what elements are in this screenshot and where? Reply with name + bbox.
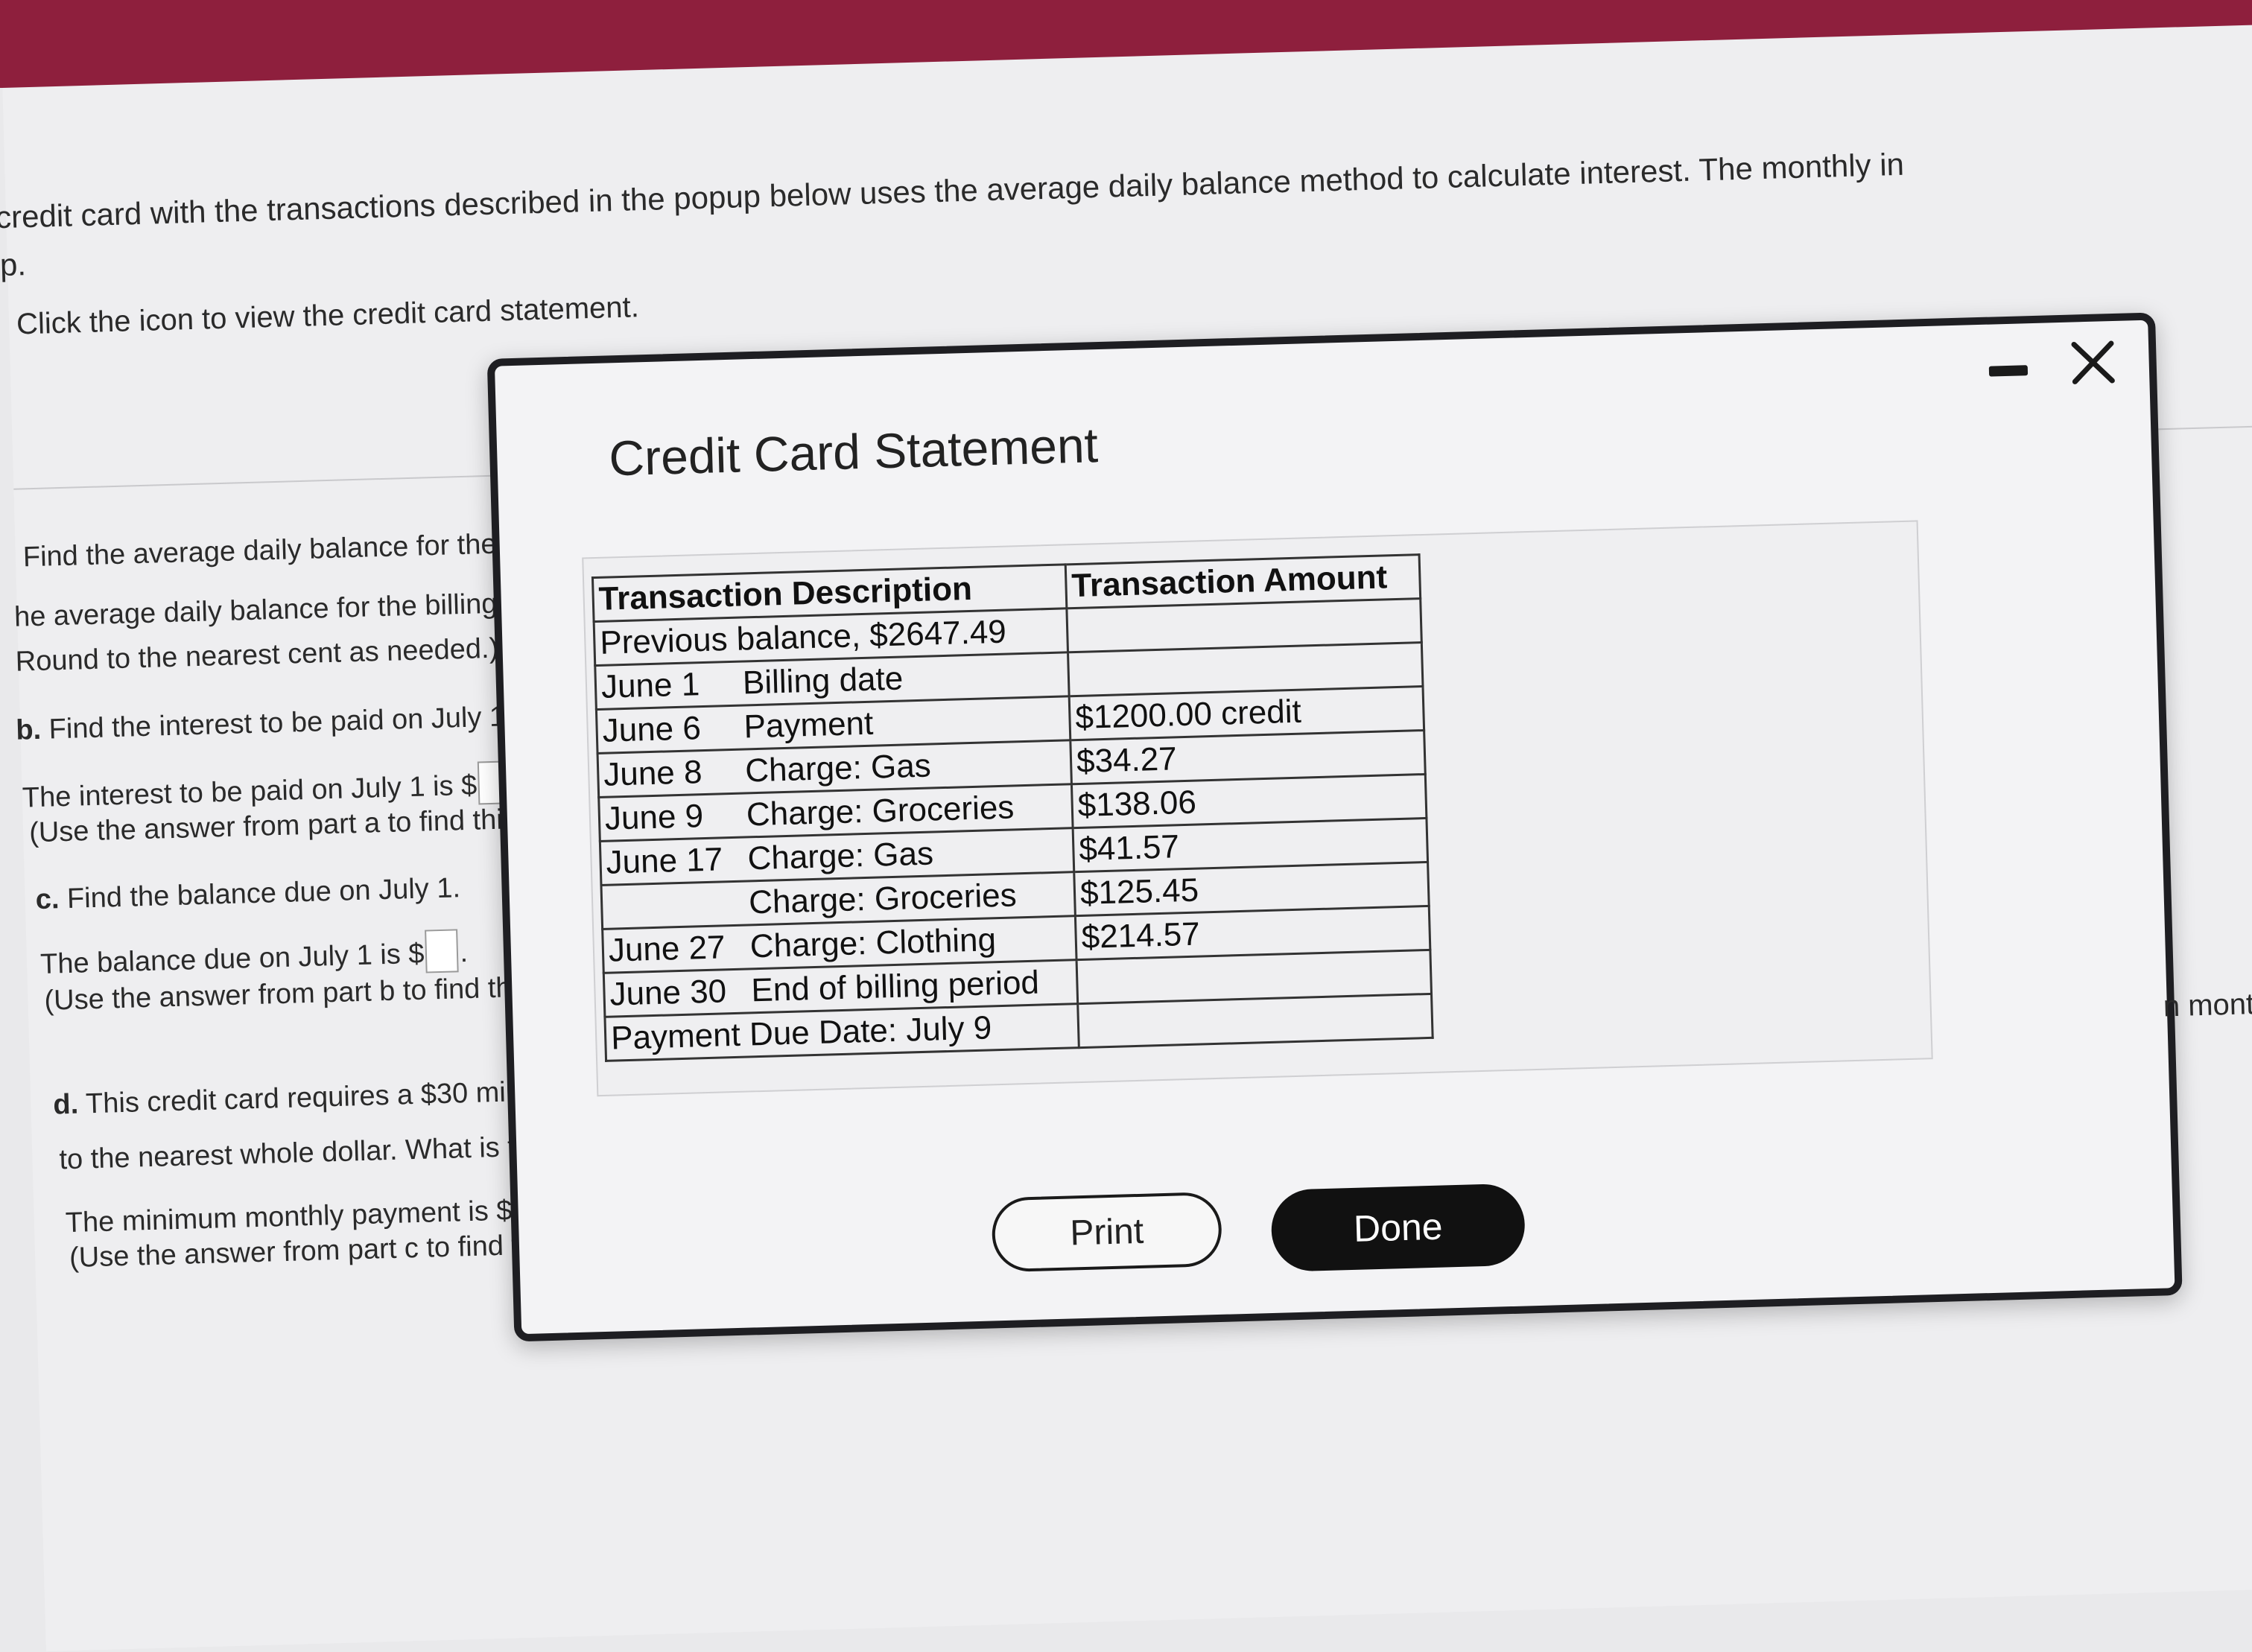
question-c: c. Find the balance due on July 1. [35, 872, 460, 916]
question-b-text: Find the interest to be paid on July 1, [40, 701, 514, 746]
row-date: June 6 [602, 710, 702, 749]
print-button[interactable]: Print [991, 1191, 1223, 1273]
row-date: June 8 [603, 754, 703, 793]
row-desc-text: Charge: Clothing [749, 921, 997, 965]
question-c-answer-prefix: The balance due on July 1 is $ [39, 938, 425, 980]
popup-title: Credit Card Statement [608, 417, 1099, 486]
intro-text: credit card with the transactions descri… [0, 146, 1905, 235]
question-a-line2: he average daily balance for the billing [13, 588, 498, 633]
page: credit card with the transactions descri… [0, 0, 2252, 1652]
row-date [608, 913, 749, 917]
row-date: June 27 [608, 929, 726, 969]
row-desc-text: Payment [743, 705, 874, 746]
question-c-answer-suffix: . [459, 936, 469, 969]
row-date: June 1 [600, 666, 700, 705]
row-desc-text: Charge: Groceries [748, 877, 1018, 921]
row-desc-text: Charge: Groceries [746, 789, 1015, 833]
click-icon-instruction: Click the icon to view the credit card s… [16, 290, 640, 341]
question-d-text: This credit card requires a $30 minimu [77, 1075, 568, 1120]
row-desc-text: Charge: Gas [746, 835, 934, 877]
statement-table: Transaction Description Transaction Amou… [591, 553, 1434, 1062]
row-date: June 17 [605, 841, 723, 881]
row-desc-text: End of billing period [750, 964, 1040, 1009]
row-date: June 30 [609, 973, 727, 1013]
question-d-line2: to the nearest whole dollar. What is the… [58, 1130, 565, 1176]
question-a-line1: Find the average daily balance for the [22, 528, 498, 574]
row-date: June 9 [604, 798, 704, 837]
question-c-label: c. [35, 883, 60, 916]
credit-card-statement-popup: Credit Card Statement Transaction Descri… [486, 312, 2183, 1342]
question-c-text: Find the balance due on July 1. [58, 872, 461, 915]
partial-side-text: n mont [2163, 988, 2252, 1023]
question-b-label: b. [15, 714, 42, 746]
done-button[interactable]: Done [1270, 1183, 1526, 1272]
question-d-label: d. [52, 1088, 79, 1121]
statement-table-panel: Transaction Description Transaction Amou… [582, 520, 1933, 1097]
row-desc-text: Previous balance, $2647.49 [599, 613, 1007, 661]
question-d: d. This credit card requires a $30 minim… [53, 1075, 568, 1121]
minimize-icon[interactable] [1988, 365, 2029, 377]
balance-due-answer-input[interactable] [425, 929, 460, 973]
intro-text-continued: p. [0, 247, 27, 283]
question-a-line3: Round to the nearest cent as needed.) [15, 632, 499, 678]
row-amount [1077, 994, 1433, 1048]
row-desc-text: Payment Due Date: July 9 [610, 1009, 992, 1057]
close-icon[interactable] [2067, 336, 2120, 390]
question-b: b. Find the interest to be paid on July … [16, 701, 513, 747]
row-desc-text: Billing date [742, 660, 904, 702]
row-desc-text: Charge: Gas [744, 747, 932, 790]
